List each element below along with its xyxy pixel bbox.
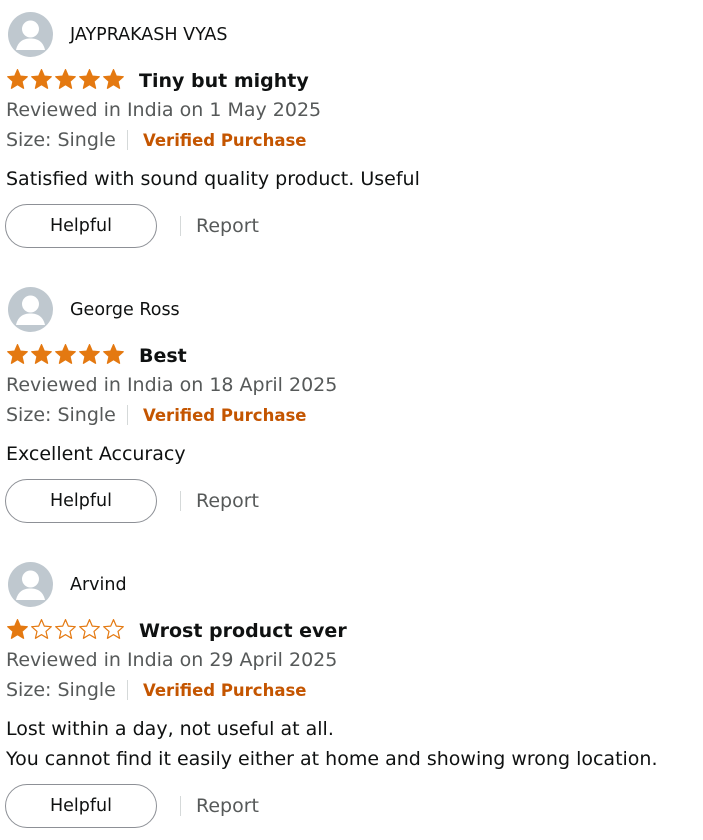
review-body-line: You cannot find it easily either at home…	[6, 748, 658, 770]
star-filled-icon	[7, 344, 28, 364]
review-body-line: Satisfied with sound quality product. Us…	[6, 168, 420, 190]
divider	[127, 405, 128, 425]
helpful-button[interactable]: Helpful	[5, 204, 157, 248]
star-filled-icon	[79, 344, 100, 364]
helpful-button[interactable]: Helpful	[5, 479, 157, 523]
verified-purchase-badge: Verified Purchase	[143, 131, 307, 150]
reviewer-name[interactable]: JAYPRAKASH VYAS	[70, 24, 227, 46]
review-date: Reviewed in India on 29 April 2025	[6, 649, 338, 671]
reviewer-name[interactable]: Arvind	[70, 574, 127, 596]
divider	[180, 216, 181, 236]
star-rating[interactable]	[6, 68, 126, 92]
review-body: Satisfied with sound quality product. Us…	[6, 164, 420, 194]
product-size: Size: Single	[6, 679, 116, 701]
verified-purchase-badge: Verified Purchase	[143, 406, 307, 425]
helpful-button[interactable]: Helpful	[5, 784, 157, 828]
review-date: Reviewed in India on 1 May 2025	[6, 99, 322, 121]
product-size: Size: Single	[6, 129, 116, 151]
divider	[180, 491, 181, 511]
divider	[180, 796, 181, 816]
star-rating[interactable]	[6, 343, 126, 367]
review-body: Lost within a day, not useful at all. Yo…	[6, 714, 658, 774]
review-body-line: Lost within a day, not useful at all.	[6, 718, 334, 740]
star-outline-icon	[103, 619, 124, 639]
avatar-icon	[8, 287, 53, 332]
review-title[interactable]: Tiny but mighty	[139, 69, 309, 93]
review-body-line: Excellent Accuracy	[6, 443, 186, 465]
star-filled-icon	[79, 69, 100, 89]
review-title[interactable]: Best	[139, 344, 187, 368]
report-link[interactable]: Report	[196, 214, 259, 238]
review-body: Excellent Accuracy	[6, 439, 186, 469]
star-filled-icon	[103, 69, 124, 89]
review-title[interactable]: Wrost product ever	[139, 619, 347, 643]
avatar-icon	[8, 562, 53, 607]
star-filled-icon	[55, 69, 76, 89]
reviewer-name[interactable]: George Ross	[70, 299, 180, 321]
star-filled-icon	[31, 344, 52, 364]
divider	[127, 130, 128, 150]
review-date: Reviewed in India on 18 April 2025	[6, 374, 338, 396]
star-filled-icon	[7, 69, 28, 89]
verified-purchase-badge: Verified Purchase	[143, 681, 307, 700]
star-filled-icon	[7, 619, 28, 639]
avatar-icon	[8, 12, 53, 57]
report-link[interactable]: Report	[196, 489, 259, 513]
divider	[127, 680, 128, 700]
star-outline-icon	[79, 619, 100, 639]
star-filled-icon	[103, 344, 124, 364]
product-size: Size: Single	[6, 404, 116, 426]
star-filled-icon	[55, 344, 76, 364]
star-filled-icon	[31, 69, 52, 89]
star-rating[interactable]	[6, 618, 126, 642]
star-outline-icon	[31, 619, 52, 639]
star-outline-icon	[55, 619, 76, 639]
report-link[interactable]: Report	[196, 794, 259, 818]
